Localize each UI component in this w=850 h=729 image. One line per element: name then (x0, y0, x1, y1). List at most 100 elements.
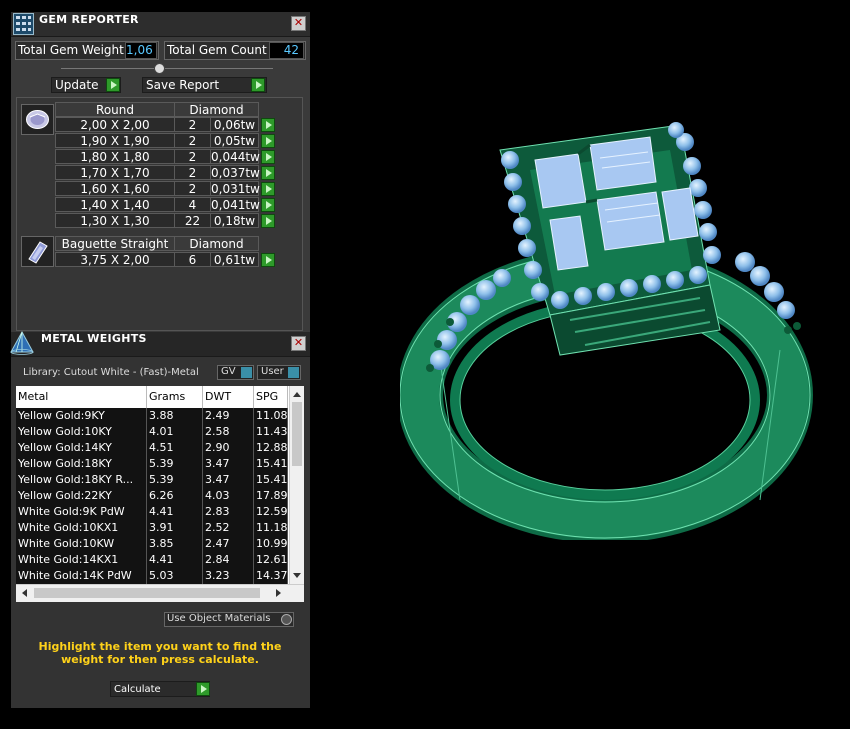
table-row[interactable]: White Gold:14KX1 4.41 2.84 12.61 (16, 552, 288, 568)
calculate-button[interactable]: Calculate (110, 681, 210, 697)
gem-row-play-icon[interactable] (261, 182, 275, 196)
use-object-materials-radio-icon (281, 614, 292, 625)
baguette-gem-icon-box[interactable] (21, 236, 54, 267)
metal-spg: 12.88 (256, 440, 288, 456)
save-report-button-label: Save Report (146, 78, 220, 92)
calculate-play-icon[interactable] (196, 682, 210, 696)
metal-dwt: 2.47 (203, 536, 254, 552)
gem-count: 2 (174, 117, 211, 132)
column-spg[interactable]: SPG (254, 386, 288, 408)
slider-handle[interactable] (154, 63, 165, 74)
gem-row-play-icon[interactable] (261, 198, 275, 212)
metal-grams: 3.85 (147, 536, 203, 552)
gem-size: 2,00 X 2,00 (55, 117, 175, 132)
ring-3d-viewport[interactable] (400, 100, 820, 540)
gem-size: 1,60 X 1,60 (55, 181, 175, 196)
gem-reporter-icon (13, 13, 34, 35)
gem-size: 1,70 X 1,70 (55, 165, 175, 180)
use-object-materials-toggle[interactable]: Use Object Materials (164, 612, 294, 627)
gem-weight: 0,61tw (210, 252, 259, 267)
table-row[interactable]: White Gold:10KX1 3.91 2.52 11.18 (16, 520, 288, 536)
metal-weights-titlebar[interactable]: METAL WEIGHTS ✕ (10, 330, 310, 357)
table-row[interactable]: Yellow Gold:18KY R... 5.39 3.47 15.41 (16, 472, 288, 488)
user-toggle-knob (288, 367, 299, 378)
gem-row-play-icon[interactable] (261, 166, 275, 180)
gem-weight: 0,18tw (210, 213, 259, 228)
use-object-materials-label: Use Object Materials (167, 613, 271, 624)
metal-grams: 5.39 (147, 472, 203, 488)
metal-dwt: 2.52 (203, 520, 254, 536)
baguette-shape-header[interactable]: Baguette Straight (55, 236, 175, 251)
column-dwt[interactable]: DWT (203, 386, 254, 408)
gem-row-play-icon[interactable] (261, 134, 275, 148)
round-shape-header[interactable]: Round (55, 102, 175, 117)
metal-dwt: 3.23 (203, 568, 254, 584)
metal-grams: 5.39 (147, 456, 203, 472)
table-row[interactable]: Yellow Gold:18KY 5.39 3.47 15.41 (16, 456, 288, 472)
metal-spg: 11.18 (256, 520, 288, 536)
gem-row-play-icon[interactable] (261, 253, 275, 267)
total-gem-weight-label: Total Gem Weight (18, 43, 124, 57)
metal-name: Yellow Gold:22KY (16, 488, 147, 504)
metal-name: Yellow Gold:18KY R... (16, 472, 147, 488)
metal-weights-title: METAL WEIGHTS (41, 332, 147, 345)
vertical-scrollbar[interactable] (289, 386, 304, 584)
gv-toggle[interactable]: GV (217, 365, 254, 380)
panel-split-slider[interactable] (61, 68, 273, 69)
vertical-scroll-thumb[interactable] (292, 402, 302, 466)
scroll-up-icon[interactable] (293, 392, 301, 397)
table-row[interactable]: Yellow Gold:22KY 6.26 4.03 17.89 (16, 488, 288, 504)
update-button-label: Update (55, 78, 99, 92)
gv-toggle-knob (241, 367, 252, 378)
gem-size: 1,80 X 1,80 (55, 149, 175, 164)
gem-row-play-icon[interactable] (261, 118, 275, 132)
metal-dwt: 4.03 (203, 488, 254, 504)
metal-spg: 12.61 (256, 552, 288, 568)
scroll-left-icon[interactable] (22, 589, 27, 597)
table-row[interactable]: Yellow Gold:9KY 3.88 2.49 11.08 (16, 408, 288, 424)
metal-dwt: 2.90 (203, 440, 254, 456)
metal-dwt: 2.84 (203, 552, 254, 568)
gem-count: 22 (174, 213, 211, 228)
round-gem-icon (26, 110, 49, 129)
table-row[interactable]: Yellow Gold:10KY 4.01 2.58 11.43 (16, 424, 288, 440)
gem-reporter-titlebar[interactable]: GEM REPORTER ✕ (11, 12, 310, 37)
metal-spg: 11.43 (256, 424, 288, 440)
update-play-icon[interactable] (106, 78, 120, 92)
total-gem-count-value: 42 (269, 42, 304, 59)
metal-grams: 6.26 (147, 488, 203, 504)
library-label: Library: Cutout White - (Fast)-Metal (23, 367, 199, 378)
metal-dwt: 3.47 (203, 472, 254, 488)
save-report-play-icon[interactable] (251, 78, 265, 92)
table-row[interactable]: White Gold:10KW 3.85 2.47 10.99 (16, 536, 288, 552)
scroll-right-icon[interactable] (276, 589, 281, 597)
metal-weights-close-button[interactable]: ✕ (291, 336, 306, 351)
metal-name: White Gold:10KW (16, 536, 147, 552)
gem-size: 1,40 X 1,40 (55, 197, 175, 212)
column-grams[interactable]: Grams (147, 386, 203, 408)
metal-name: Yellow Gold:14KY (16, 440, 147, 456)
metal-spg: 15.41 (256, 472, 288, 488)
user-toggle[interactable]: User (257, 365, 301, 380)
metal-dwt: 3.47 (203, 456, 254, 472)
horizontal-scroll-thumb[interactable] (34, 588, 260, 598)
gem-count: 2 (174, 133, 211, 148)
save-report-button[interactable]: Save Report (142, 77, 267, 93)
round-material-header[interactable]: Diamond (174, 102, 259, 117)
round-gem-icon-box[interactable] (21, 104, 54, 135)
baguette-material-header[interactable]: Diamond (174, 236, 259, 251)
column-metal[interactable]: Metal (16, 386, 147, 408)
instruction-text: Highlight the item you want to find the … (38, 640, 282, 666)
table-row[interactable]: White Gold:14K PdW 5.03 3.23 14.37 (16, 568, 288, 584)
table-row[interactable]: White Gold:9K PdW 4.41 2.83 12.59 (16, 504, 288, 520)
metal-spg: 11.08 (256, 408, 288, 424)
gem-row-play-icon[interactable] (261, 214, 275, 228)
gem-reporter-close-button[interactable]: ✕ (291, 16, 306, 31)
metal-grams: 4.01 (147, 424, 203, 440)
horizontal-scrollbar[interactable] (16, 584, 304, 602)
gem-row-play-icon[interactable] (261, 150, 275, 164)
table-row[interactable]: Yellow Gold:14KY 4.51 2.90 12.88 (16, 440, 288, 456)
metal-grams: 4.41 (147, 552, 203, 568)
metal-spg: 17.89 (256, 488, 288, 504)
scroll-down-icon[interactable] (293, 573, 301, 578)
